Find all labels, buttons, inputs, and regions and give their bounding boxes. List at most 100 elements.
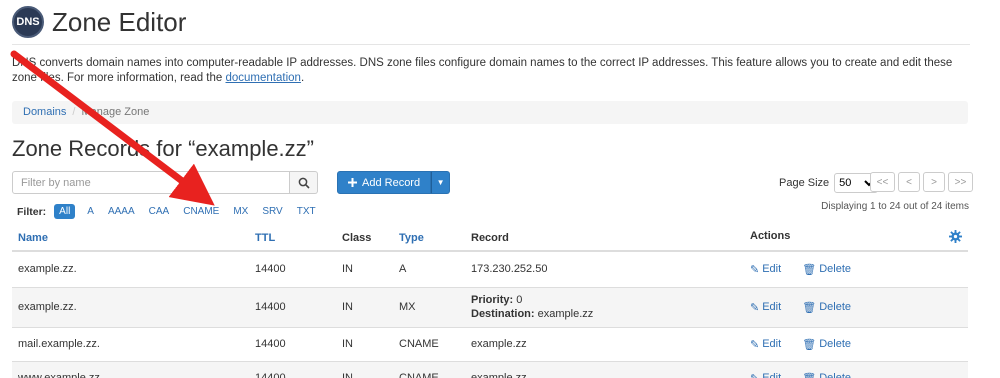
delete-label: Delete — [819, 263, 852, 276]
add-record-dropdown-toggle[interactable]: ▼ — [431, 171, 451, 194]
table-row: example.zz. 14400 IN A 173.230.252.50 ✎ E… — [12, 250, 968, 287]
pencil-icon: ✎ — [750, 372, 759, 378]
record-class: IN — [336, 250, 393, 287]
record-value: Priority: 0 Destination: example.zz — [465, 286, 744, 327]
record-class: IN — [336, 286, 393, 327]
table-row: example.zz. 14400 IN MX Priority: 0 Dest… — [12, 286, 968, 327]
destination-label: Destination: — [471, 308, 535, 320]
record-actions: ✎Edit 🗑Delete — [744, 326, 968, 361]
edit-button[interactable]: ✎Edit — [750, 301, 781, 314]
record-ttl: 14400 — [249, 250, 336, 287]
filter-chip-a[interactable]: A — [85, 205, 96, 218]
breadcrumb-separator: / — [72, 106, 76, 118]
record-actions: ✎Edit 🗑Delete — [744, 286, 968, 327]
pagination: << < > >> — [870, 172, 973, 192]
delete-button[interactable]: 🗑Delete — [802, 263, 851, 276]
filter-chip-mx[interactable]: MX — [231, 205, 250, 218]
next-page-button[interactable]: > — [923, 172, 945, 192]
delete-button[interactable]: 🗑Delete — [802, 301, 851, 314]
priority-label: Priority: — [471, 294, 514, 306]
record-ttl: 14400 — [249, 360, 336, 378]
record-actions: ✎Edit 🗑Delete — [744, 360, 968, 378]
trash-icon: 🗑 — [802, 338, 817, 351]
delete-label: Delete — [819, 301, 852, 313]
gear-icon-graphic — [949, 230, 962, 243]
search-icon — [298, 177, 310, 189]
filter-chip-txt[interactable]: TXT — [295, 205, 318, 218]
previous-page-button[interactable]: < — [898, 172, 920, 192]
filter-by-name-input[interactable] — [12, 171, 290, 194]
trash-icon: 🗑 — [802, 263, 817, 276]
pencil-icon: ✎ — [750, 263, 760, 276]
search-button[interactable] — [290, 171, 318, 194]
page-size-label: Page Size — [779, 177, 830, 189]
record-name: example.zz. — [12, 250, 249, 287]
record-type: CNAME — [393, 326, 465, 361]
filter-chip-all[interactable]: All — [54, 204, 76, 219]
delete-label: Delete — [819, 338, 852, 350]
column-header-record: Record — [465, 226, 744, 252]
trash-icon: 🗑 — [802, 301, 817, 314]
delete-label: Delete — [819, 372, 851, 378]
column-header-type[interactable]: Type — [393, 226, 465, 252]
edit-label: Edit — [762, 372, 781, 378]
page-description: DNS converts domain names into computer-… — [12, 56, 972, 86]
page-size-control: Page Size 50 — [779, 173, 879, 193]
record-type-filters: Filter: All A AAAA CAA CNAME MX SRV TXT — [17, 204, 318, 219]
edit-button[interactable]: ✎Edit — [750, 372, 781, 378]
pencil-icon: ✎ — [750, 338, 760, 351]
column-header-name[interactable]: Name — [12, 226, 249, 252]
display-count: Displaying 1 to 24 out of 24 items — [821, 201, 969, 212]
delete-button[interactable]: 🗑Delete — [802, 338, 851, 351]
page-title: Zone Editor — [52, 6, 187, 37]
filter-chip-srv[interactable]: SRV — [260, 205, 284, 218]
record-ttl: 14400 — [249, 286, 336, 327]
plus-icon — [348, 178, 357, 187]
edit-button[interactable]: ✎Edit — [750, 338, 781, 351]
edit-label: Edit — [762, 338, 782, 350]
table-row: mail.example.zz. 14400 IN CNAME example.… — [12, 326, 968, 361]
record-class: IN — [336, 326, 393, 361]
filter-chip-caa[interactable]: CAA — [147, 205, 172, 218]
edit-label: Edit — [762, 263, 782, 276]
record-type: A — [393, 250, 465, 287]
record-name: example.zz. — [12, 286, 249, 327]
pencil-icon: ✎ — [750, 301, 760, 314]
mx-priority: Priority: 0 — [471, 293, 738, 307]
description-tail: . — [300, 72, 305, 84]
add-record-label: Add Record — [362, 176, 421, 189]
edit-label: Edit — [762, 301, 782, 313]
name-filter — [12, 171, 318, 194]
page-header: DNS Zone Editor — [12, 4, 186, 40]
add-record-button[interactable]: Add Record — [337, 171, 432, 194]
gear-icon[interactable] — [949, 230, 962, 246]
record-value: example.zz — [465, 360, 744, 378]
documentation-link[interactable]: documentation — [226, 72, 301, 84]
record-value: example.zz — [465, 326, 744, 361]
column-header-class: Class — [336, 226, 393, 252]
record-class: IN — [336, 360, 393, 378]
edit-button[interactable]: ✎Edit — [750, 263, 781, 276]
record-name: mail.example.zz. — [12, 326, 249, 361]
breadcrumb-manage-zone: Manage Zone — [81, 106, 150, 118]
priority-value: 0 — [516, 294, 523, 306]
add-record-split-button: Add Record ▼ — [337, 171, 451, 194]
delete-button[interactable]: 🗑Delete — [802, 372, 851, 378]
filter-chip-aaaa[interactable]: AAAA — [106, 205, 137, 218]
breadcrumb: Domains / Manage Zone — [12, 101, 968, 124]
table-row: www.example.zz. 14400 IN CNAME example.z… — [12, 360, 968, 378]
caret-down-icon: ▼ — [436, 178, 445, 187]
table-header-row: Name TTL Class Type Record Actions — [12, 226, 968, 252]
breadcrumb-domains[interactable]: Domains — [23, 106, 66, 119]
zone-records-title: Zone Records for “example.zz” — [12, 136, 314, 161]
dns-logo-icon: DNS — [12, 6, 44, 38]
filter-chip-cname[interactable]: CNAME — [181, 205, 221, 218]
record-type: CNAME — [393, 360, 465, 378]
description-text: DNS converts domain names into computer-… — [12, 57, 953, 84]
record-type: MX — [393, 286, 465, 327]
last-page-button[interactable]: >> — [948, 172, 973, 192]
first-page-button[interactable]: << — [870, 172, 895, 192]
record-ttl: 14400 — [249, 326, 336, 361]
zone-records-table: Name TTL Class Type Record Actions examp… — [12, 226, 968, 378]
column-header-ttl[interactable]: TTL — [249, 226, 336, 252]
